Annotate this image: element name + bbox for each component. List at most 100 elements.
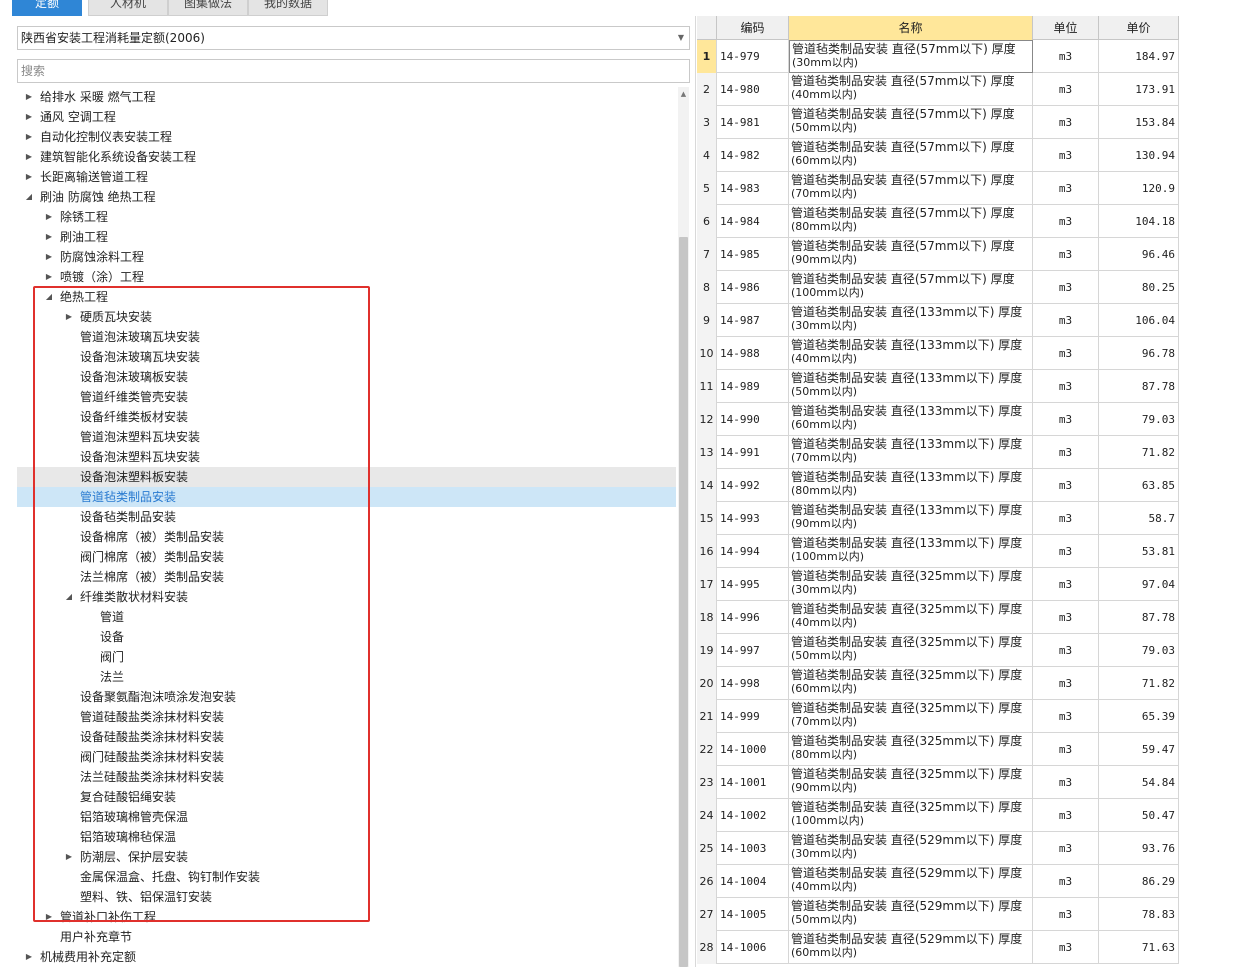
table-row[interactable]: 9 14-987 管道毡类制品安装 直径(133mm以下) 厚度 (30mm以内) m3… [697,304,1179,337]
collapse-triangle-icon[interactable]: ▶ [23,127,35,147]
tab-labor-material-machine[interactable]: 人材机 [88,0,168,16]
table-row[interactable]: 1 14-979 管道毡类制品安装 直径(57mm以下) 厚度 (30mm以内) m3 1… [697,40,1179,73]
tree-item[interactable]: ▶ 管道补口补伤工程 [17,907,676,927]
collapse-triangle-icon[interactable]: ▶ [43,267,55,287]
expand-triangle-icon[interactable]: ◢ [63,587,75,607]
tree-item[interactable]: ▶ 自动化控制仪表安装工程 [17,127,676,147]
expand-triangle-icon[interactable]: ◢ [43,287,55,307]
cell-name[interactable]: 管道毡类制品安装 直径(57mm以下) 厚度 (50mm以内) [789,106,1033,139]
table-row[interactable]: 22 14-1000 管道毡类制品安装 直径(325mm以下) 厚度 (80mm以内)… [697,733,1179,766]
scrollbar-thumb[interactable] [679,237,688,967]
cell-name[interactable]: 管道毡类制品安装 直径(325mm以下) 厚度 (60mm以内) [789,667,1033,700]
tree-item[interactable]: 设备泡沫塑料瓦块安装 [17,447,676,467]
collapse-triangle-icon[interactable]: ▶ [23,107,35,127]
cell-name[interactable]: 管道毡类制品安装 直径(529mm以下) 厚度 (60mm以内) [789,931,1033,964]
cell-name[interactable]: 管道毡类制品安装 直径(57mm以下) 厚度 (70mm以内) [789,172,1033,205]
cell-name[interactable]: 管道毡类制品安装 直径(325mm以下) 厚度 (90mm以内) [789,766,1033,799]
cell-name[interactable]: 管道毡类制品安装 直径(57mm以下) 厚度 (90mm以内) [789,238,1033,271]
collapse-triangle-icon[interactable]: ▶ [23,947,35,967]
table-row[interactable]: 7 14-985 管道毡类制品安装 直径(57mm以下) 厚度 (90mm以内) m3 9… [697,238,1179,271]
header-price[interactable]: 单价 [1099,16,1179,40]
table-row[interactable]: 2 14-980 管道毡类制品安装 直径(57mm以下) 厚度 (40mm以内) m3 1… [697,73,1179,106]
table-row[interactable]: 14 14-992 管道毡类制品安装 直径(133mm以下) 厚度 (80mm以内) m… [697,469,1179,502]
tree-item[interactable]: ▶ 给排水 采暖 燃气工程 [17,87,676,107]
tree-item[interactable]: 塑料、铁、铝保温钉安装 [17,887,676,907]
tab-quota[interactable]: 定额 [12,0,82,16]
table-row[interactable]: 3 14-981 管道毡类制品安装 直径(57mm以下) 厚度 (50mm以内) m3 1… [697,106,1179,139]
tree-item[interactable]: 管道泡沫塑料瓦块安装 [17,427,676,447]
tree-item[interactable]: 设备硅酸盐类涂抹材料安装 [17,727,676,747]
table-row[interactable]: 4 14-982 管道毡类制品安装 直径(57mm以下) 厚度 (60mm以内) m3 1… [697,139,1179,172]
table-row[interactable]: 10 14-988 管道毡类制品安装 直径(133mm以下) 厚度 (40mm以内) m… [697,337,1179,370]
tree-scrollbar[interactable]: ▲ [678,87,689,967]
collapse-triangle-icon[interactable]: ▶ [43,227,55,247]
cell-name[interactable]: 管道毡类制品安装 直径(133mm以下) 厚度 (80mm以内) [789,469,1033,502]
table-row[interactable]: 24 14-1002 管道毡类制品安装 直径(325mm以下) 厚度 (100mm以内… [697,799,1179,832]
tree-item[interactable]: 铝箔玻璃棉毡保温 [17,827,676,847]
tree-item[interactable]: 设备泡沫玻璃瓦块安装 [17,347,676,367]
tree-item[interactable]: ▶ 刷油工程 [17,227,676,247]
collapse-triangle-icon[interactable]: ▶ [63,847,75,867]
collapse-triangle-icon[interactable]: ▶ [63,307,75,327]
cell-name[interactable]: 管道毡类制品安装 直径(57mm以下) 厚度 (30mm以内) [789,40,1033,73]
tree-item[interactable]: ◢ 绝热工程 [17,287,676,307]
table-row[interactable]: 19 14-997 管道毡类制品安装 直径(325mm以下) 厚度 (50mm以内) m… [697,634,1179,667]
tree-item[interactable]: 复合硅酸铝绳安装 [17,787,676,807]
tree-item[interactable]: 设备聚氨酯泡沫喷涂发泡安装 [17,687,676,707]
expand-triangle-icon[interactable]: ◢ [23,187,35,207]
tree-item[interactable]: ◢ 刷油 防腐蚀 绝热工程 [17,187,676,207]
cell-name[interactable]: 管道毡类制品安装 直径(133mm以下) 厚度 (30mm以内) [789,304,1033,337]
cell-name[interactable]: 管道毡类制品安装 直径(325mm以下) 厚度 (40mm以内) [789,601,1033,634]
cell-name[interactable]: 管道毡类制品安装 直径(133mm以下) 厚度 (60mm以内) [789,403,1033,436]
table-row[interactable]: 13 14-991 管道毡类制品安装 直径(133mm以下) 厚度 (70mm以内) m… [697,436,1179,469]
cell-name[interactable]: 管道毡类制品安装 直径(529mm以下) 厚度 (50mm以内) [789,898,1033,931]
table-row[interactable]: 16 14-994 管道毡类制品安装 直径(133mm以下) 厚度 (100mm以内)… [697,535,1179,568]
table-row[interactable]: 11 14-989 管道毡类制品安装 直径(133mm以下) 厚度 (50mm以内) m… [697,370,1179,403]
cell-name[interactable]: 管道毡类制品安装 直径(133mm以下) 厚度 (100mm以内) [789,535,1033,568]
tree-item[interactable]: 管道泡沫玻璃瓦块安装 [17,327,676,347]
tree-item[interactable]: 阀门 [17,647,676,667]
tree-item[interactable]: ◢ 纤维类散状材料安装 [17,587,676,607]
collapse-triangle-icon[interactable]: ▶ [43,247,55,267]
collapse-triangle-icon[interactable]: ▶ [23,147,35,167]
cell-name[interactable]: 管道毡类制品安装 直径(325mm以下) 厚度 (30mm以内) [789,568,1033,601]
cell-name[interactable]: 管道毡类制品安装 直径(325mm以下) 厚度 (80mm以内) [789,733,1033,766]
tree-item[interactable]: 设备泡沫玻璃板安装 [17,367,676,387]
tree-item[interactable]: ▶ 通风 空调工程 [17,107,676,127]
tab-my-data[interactable]: 我的数据 [248,0,328,16]
cell-name[interactable]: 管道毡类制品安装 直径(325mm以下) 厚度 (50mm以内) [789,634,1033,667]
table-row[interactable]: 8 14-986 管道毡类制品安装 直径(57mm以下) 厚度 (100mm以内) m3… [697,271,1179,304]
tree-item[interactable]: 管道毡类制品安装 [17,487,676,507]
tree-item[interactable]: 法兰硅酸盐类涂抹材料安装 [17,767,676,787]
tree-item[interactable]: 设备纤维类板材安装 [17,407,676,427]
cell-name[interactable]: 管道毡类制品安装 直径(325mm以下) 厚度 (70mm以内) [789,700,1033,733]
tree-item[interactable]: 管道纤维类管壳安装 [17,387,676,407]
table-row[interactable]: 25 14-1003 管道毡类制品安装 直径(529mm以下) 厚度 (30mm以内)… [697,832,1179,865]
table-row[interactable]: 28 14-1006 管道毡类制品安装 直径(529mm以下) 厚度 (60mm以内)… [697,931,1179,964]
tree-item[interactable]: ▶ 防腐蚀涂料工程 [17,247,676,267]
cell-name[interactable]: 管道毡类制品安装 直径(133mm以下) 厚度 (90mm以内) [789,502,1033,535]
cell-name[interactable]: 管道毡类制品安装 直径(133mm以下) 厚度 (40mm以内) [789,337,1033,370]
table-row[interactable]: 6 14-984 管道毡类制品安装 直径(57mm以下) 厚度 (80mm以内) m3 1… [697,205,1179,238]
cell-name[interactable]: 管道毡类制品安装 直径(57mm以下) 厚度 (40mm以内) [789,73,1033,106]
cell-name[interactable]: 管道毡类制品安装 直径(133mm以下) 厚度 (70mm以内) [789,436,1033,469]
table-row[interactable]: 20 14-998 管道毡类制品安装 直径(325mm以下) 厚度 (60mm以内) m… [697,667,1179,700]
tree-item[interactable]: ▶ 硬质瓦块安装 [17,307,676,327]
cell-name[interactable]: 管道毡类制品安装 直径(57mm以下) 厚度 (80mm以内) [789,205,1033,238]
tree-item[interactable]: 法兰棉席（被）类制品安装 [17,567,676,587]
table-row[interactable]: 17 14-995 管道毡类制品安装 直径(325mm以下) 厚度 (30mm以内) m… [697,568,1179,601]
tree-item[interactable]: 设备毡类制品安装 [17,507,676,527]
table-row[interactable]: 26 14-1004 管道毡类制品安装 直径(529mm以下) 厚度 (40mm以内)… [697,865,1179,898]
tab-atlas-method[interactable]: 图集做法 [168,0,248,16]
search-input[interactable] [17,59,690,83]
table-row[interactable]: 15 14-993 管道毡类制品安装 直径(133mm以下) 厚度 (90mm以内) m… [697,502,1179,535]
quota-library-select[interactable]: 陕西省安装工程消耗量定额(2006) ▼ [17,26,690,50]
collapse-triangle-icon[interactable]: ▶ [23,167,35,187]
table-row[interactable]: 27 14-1005 管道毡类制品安装 直径(529mm以下) 厚度 (50mm以内)… [697,898,1179,931]
table-row[interactable]: 5 14-983 管道毡类制品安装 直径(57mm以下) 厚度 (70mm以内) m3 1… [697,172,1179,205]
tree-item[interactable]: 设备泡沫塑料板安装 [17,467,676,487]
scroll-up-arrow-icon[interactable]: ▲ [678,87,689,101]
cell-name[interactable]: 管道毡类制品安装 直径(529mm以下) 厚度 (40mm以内) [789,865,1033,898]
tree-item[interactable]: 用户补充章节 [17,927,676,947]
table-row[interactable]: 23 14-1001 管道毡类制品安装 直径(325mm以下) 厚度 (90mm以内)… [697,766,1179,799]
